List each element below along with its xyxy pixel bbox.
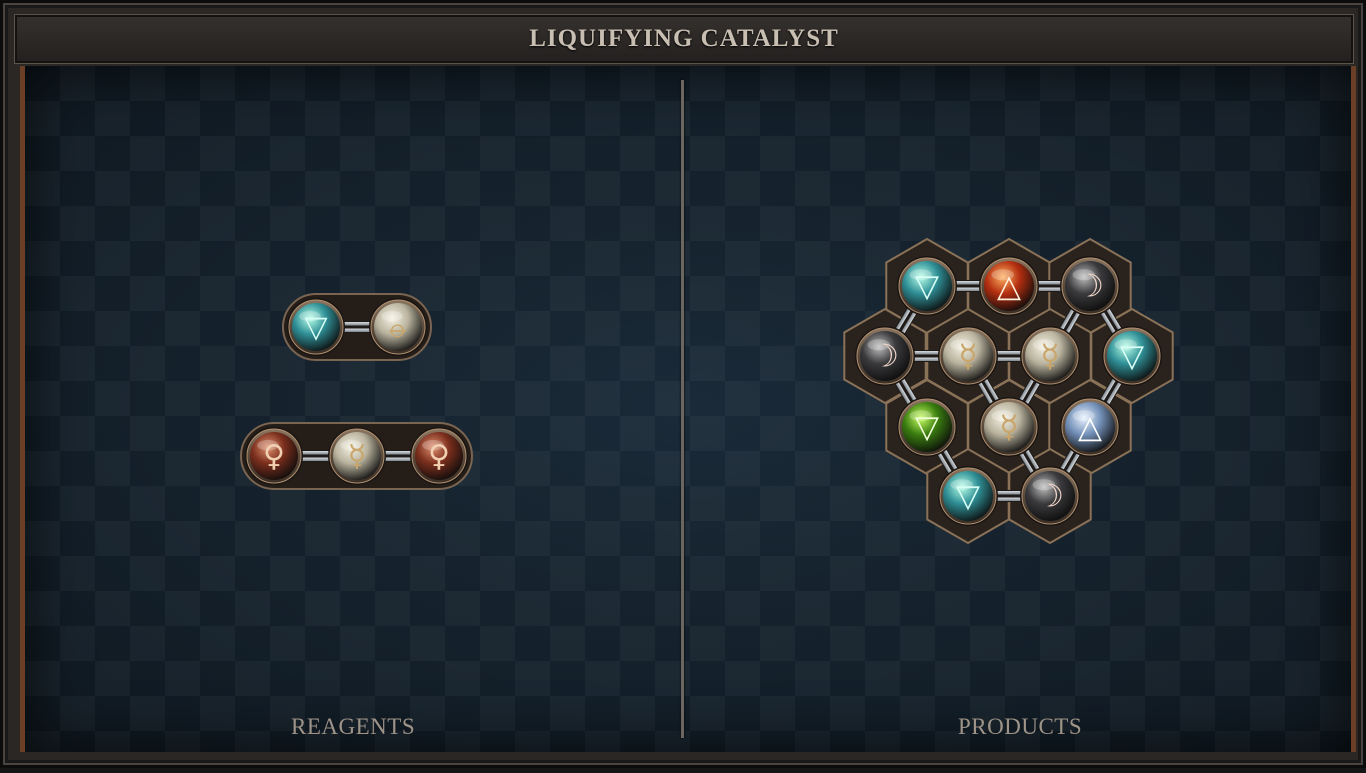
section-divider — [681, 80, 684, 738]
reagents-label: REAGENTS — [291, 714, 416, 739]
title-bar: LIQUIFYING CATALYST — [14, 14, 1354, 64]
board-panel — [20, 66, 1356, 752]
page-title: LIQUIFYING CATALYST — [529, 25, 839, 52]
products-label: PRODUCTS — [958, 714, 1083, 739]
